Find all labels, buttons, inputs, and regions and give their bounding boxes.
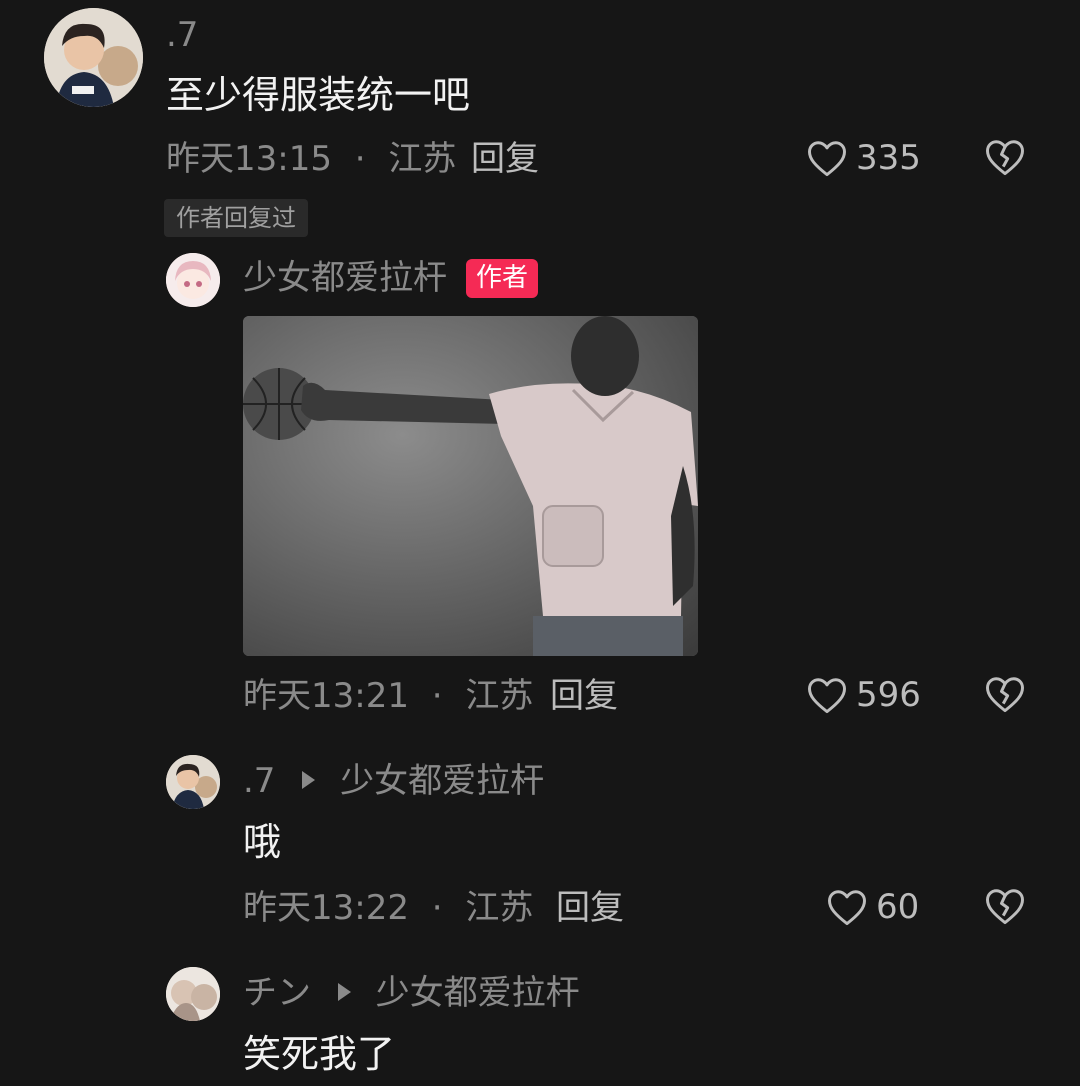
- avatar[interactable]: [166, 755, 220, 809]
- comment-text: 哦: [243, 820, 282, 864]
- reply-to-name[interactable]: 少女都爱拉杆: [340, 761, 544, 801]
- broken-heart-icon: [986, 677, 1024, 713]
- comment-meta: 昨天13:15 · 江苏: [166, 142, 456, 176]
- dislike-button[interactable]: [984, 137, 1026, 181]
- like-count: 335: [856, 138, 921, 178]
- basketball-photo: [243, 316, 698, 656]
- like-button[interactable]: 596: [806, 675, 921, 715]
- play-triangle-icon: [302, 770, 316, 789]
- reply-button[interactable]: 回复: [471, 142, 539, 176]
- avatar[interactable]: [166, 967, 220, 1021]
- comment-location: 江苏: [465, 676, 534, 716]
- reply-to-name[interactable]: 少女都爱拉杆: [376, 973, 580, 1013]
- comment-location: 江苏: [465, 888, 534, 928]
- comment-text: 至少得服装统一吧: [166, 73, 471, 117]
- comment-time: 昨天13:21: [243, 676, 409, 716]
- reply-button[interactable]: 回复: [556, 891, 624, 925]
- commenter-name[interactable]: .7: [243, 761, 275, 801]
- comment-username[interactable]: 少女都爱拉杆: [243, 261, 447, 295]
- heart-outline-icon: [808, 141, 846, 177]
- heart-outline-icon: [828, 890, 866, 926]
- comment-time: 昨天13:15: [166, 139, 332, 179]
- comment-username: チン 少女都爱拉杆: [243, 976, 580, 1010]
- like-count: 60: [876, 887, 920, 927]
- meta-separator: ·: [431, 888, 443, 928]
- meta-separator: ·: [431, 676, 443, 716]
- comment-username: .7 少女都爱拉杆: [243, 764, 544, 798]
- play-triangle-icon: [337, 982, 351, 1001]
- comment-meta: 昨天13:21 · 江苏: [243, 679, 533, 713]
- author-replied-badge[interactable]: 作者回复过: [164, 199, 308, 238]
- dislike-button[interactable]: [984, 674, 1026, 718]
- like-button[interactable]: 335: [806, 138, 921, 178]
- avatar-photo: [44, 8, 143, 107]
- comment-username[interactable]: .7: [166, 18, 198, 52]
- comment-text: 笑死我了: [243, 1032, 396, 1076]
- comment-meta: 昨天13:22 · 江苏: [243, 891, 533, 925]
- commenter-name[interactable]: チン: [243, 973, 311, 1013]
- broken-heart-icon: [986, 889, 1024, 925]
- like-count: 596: [856, 675, 921, 715]
- dislike-button[interactable]: [984, 886, 1026, 930]
- reply-button[interactable]: 回复: [550, 679, 618, 713]
- heart-outline-icon: [808, 678, 846, 714]
- avatar[interactable]: [166, 253, 220, 307]
- comment-location: 江苏: [388, 139, 457, 179]
- avatar[interactable]: [44, 8, 143, 107]
- like-button[interactable]: 60: [826, 887, 919, 927]
- avatar-photo: [166, 253, 220, 307]
- comment-image[interactable]: [243, 316, 698, 656]
- author-badge: 作者: [466, 259, 539, 298]
- broken-heart-icon: [986, 140, 1024, 176]
- comment-section: .7 至少得服装统一吧 昨天13:15 · 江苏 回复 335 作者回复过 少女…: [0, 0, 1080, 1086]
- comment-time: 昨天13:22: [243, 888, 409, 928]
- avatar-photo: [166, 967, 220, 1021]
- meta-separator: ·: [354, 139, 366, 179]
- avatar-photo: [166, 755, 220, 809]
